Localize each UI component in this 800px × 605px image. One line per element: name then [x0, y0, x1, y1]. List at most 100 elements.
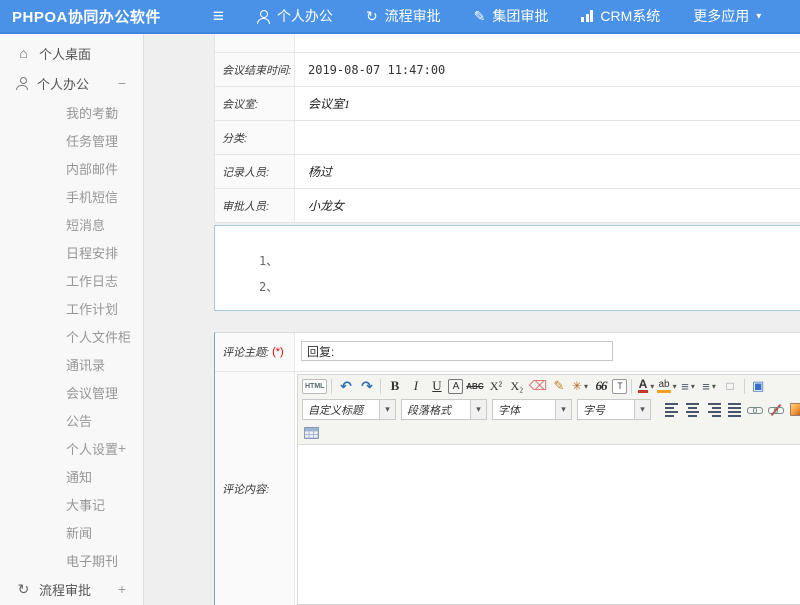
editor-content-area[interactable] — [298, 445, 800, 604]
subscript-button[interactable]: X₂ — [507, 377, 526, 395]
font-size-select[interactable]: 字号 ▾ — [577, 399, 651, 420]
expand-icon[interactable]: + — [118, 440, 126, 456]
sidebar-item-internal-mail[interactable]: 内部邮件 — [0, 154, 143, 182]
sidebar-item-news[interactable]: 新闻 — [0, 518, 143, 546]
expand-icon[interactable]: + — [118, 581, 126, 597]
hamburger-menu-icon[interactable]: ≡ — [213, 7, 224, 26]
wand-icon: ✳ — [572, 379, 582, 393]
comment-subject-row: 评论主题: (*) — [215, 333, 800, 372]
sidebar-item-label: 大事记 — [66, 495, 105, 514]
bold-button[interactable]: B — [385, 377, 404, 395]
align-center-button[interactable] — [683, 401, 702, 419]
cycle-icon: ↻ — [366, 9, 378, 23]
comment-subject-input[interactable] — [301, 341, 613, 361]
align-justify-icon — [728, 402, 742, 418]
nav-item-more-apps[interactable]: 更多应用 ▾ — [693, 6, 761, 26]
highlight-color-button[interactable]: ab ▾ — [657, 377, 676, 395]
table-row — [215, 34, 800, 53]
sidebar-item-task-management[interactable]: 任务管理 — [0, 126, 143, 154]
paragraph-format-select[interactable]: 段落格式 ▾ — [401, 399, 487, 420]
sidebar-item-label: 日程安排 — [66, 243, 118, 262]
brand-logo[interactable]: PHPOA协同办公软件 — [0, 6, 161, 27]
unordered-list-button[interactable]: ≡ ▾ — [700, 377, 719, 395]
font-family-select[interactable]: 字体 ▾ — [492, 399, 572, 420]
eraser-icon[interactable]: ⌫ — [528, 377, 547, 395]
nav-item-personal-office[interactable]: 个人办公 — [257, 6, 333, 26]
align-center-icon — [686, 402, 700, 418]
format-brush-icon[interactable]: ✎ — [549, 377, 568, 395]
sidebar-item-mobile-sms[interactable]: 手机短信 — [0, 182, 143, 210]
collapse-icon[interactable]: − — [118, 75, 126, 91]
sidebar-item-label: 工作计划 — [66, 299, 118, 318]
person-icon — [257, 10, 270, 23]
select-label: 字体 — [493, 402, 555, 418]
fullscreen-button[interactable]: ▣ — [749, 377, 768, 395]
sidebar-item-personal-office[interactable]: 个人办公 − — [0, 68, 143, 98]
superscript-button[interactable]: X² — [486, 377, 505, 395]
sidebar-item-personal-settings[interactable]: 个人设置 + — [0, 434, 143, 462]
table-row-category: 分类: — [215, 121, 800, 155]
sidebar-item-announcement[interactable]: 公告 — [0, 406, 143, 434]
ordered-list-button[interactable]: ≡ ▾ — [679, 377, 698, 395]
field-label — [215, 34, 295, 52]
sidebar-item-work-log[interactable]: 工作日志 — [0, 266, 143, 294]
heading-select[interactable]: 自定义标题 ▾ — [302, 399, 396, 420]
blockquote-button[interactable]: 66 — [591, 377, 610, 395]
cycle-icon: ↻ — [16, 582, 31, 596]
sidebar-item-label: 个人桌面 — [39, 44, 91, 63]
sidebar-item-personal-desktop[interactable]: ⌂ 个人桌面 — [0, 38, 143, 68]
sidebar-item-schedule[interactable]: 日程安排 — [0, 238, 143, 266]
sidebar-item-contacts[interactable]: 通讯录 — [0, 350, 143, 378]
comment-content-label: 评论内容: — [222, 481, 269, 497]
nav-label: 更多应用 — [693, 6, 749, 26]
sidebar-item-personal-file-cabinet[interactable]: 个人文件柜 — [0, 322, 143, 350]
sidebar-item-memorabilia[interactable]: 大事记 — [0, 490, 143, 518]
sidebar-item-notification[interactable]: 通知 — [0, 462, 143, 490]
toolbar-separator — [744, 379, 745, 394]
sidebar-item-workflow-approval[interactable]: ↻ 流程审批 + — [0, 574, 143, 604]
sidebar-item-label: 任务管理 — [66, 131, 118, 150]
align-right-button[interactable] — [704, 401, 723, 419]
new-page-button[interactable]: □ — [721, 377, 740, 395]
underline-button[interactable]: U — [427, 377, 446, 395]
font-color-button[interactable]: A ▾ — [636, 377, 655, 395]
comment-content-row: 评论内容: HTML ↶ ↷ B I U — [215, 372, 800, 605]
align-left-button[interactable] — [662, 401, 681, 419]
sidebar-item-short-message[interactable]: 短消息 — [0, 210, 143, 238]
insert-image-button[interactable] — [788, 401, 800, 419]
nav-label: 流程审批 — [385, 6, 441, 26]
nav-item-crm-system[interactable]: CRM系统 — [581, 6, 660, 26]
chevron-down-icon: ▾ — [691, 382, 695, 391]
strikethrough-button[interactable]: ABC — [465, 377, 484, 395]
sidebar-item-my-attendance[interactable]: 我的考勤 — [0, 98, 143, 126]
sidebar-item-label: 个人文件柜 — [66, 327, 131, 346]
remove-link-button[interactable] — [767, 401, 786, 419]
link-icon — [747, 404, 764, 416]
nav-item-workflow-approval[interactable]: ↻ 流程审批 — [366, 6, 441, 26]
align-justify-button[interactable] — [725, 401, 744, 419]
nav-item-group-approval[interactable]: ✎ 集团审批 — [474, 6, 549, 26]
insert-table-button[interactable] — [302, 424, 321, 442]
paste-as-text-button[interactable]: T — [612, 379, 627, 394]
field-value: 小龙女 — [295, 189, 800, 222]
sidebar-item-work-plan[interactable]: 工作计划 — [0, 294, 143, 322]
insert-link-button[interactable] — [746, 401, 765, 419]
chevron-down-icon: ▾ — [673, 382, 677, 391]
chevron-down-icon: ▾ — [555, 400, 571, 419]
nav-label: CRM系统 — [600, 6, 660, 26]
unlink-icon — [768, 404, 785, 416]
quick-format-button[interactable]: ✳ ▾ — [570, 377, 589, 395]
sidebar-item-e-journal[interactable]: 电子期刊 — [0, 546, 143, 574]
italic-button[interactable]: I — [406, 377, 425, 395]
chevron-down-icon: ▾ — [634, 400, 650, 419]
field-label: 会议结束时间: — [215, 53, 295, 86]
field-label: 分类: — [215, 121, 295, 154]
table-row-meeting-end-time: 会议结束时间: 2019-08-07 11:47:00 — [215, 53, 800, 87]
redo-button[interactable]: ↷ — [357, 377, 376, 395]
remove-format-button[interactable]: A — [448, 379, 463, 394]
source-code-button[interactable]: HTML — [302, 379, 327, 394]
undo-button[interactable]: ↶ — [336, 377, 355, 395]
nav-label: 集团审批 — [492, 6, 548, 26]
sidebar-item-meeting-management[interactable]: 会议管理 — [0, 378, 143, 406]
field-label: 评论主题: (*) — [215, 333, 295, 371]
